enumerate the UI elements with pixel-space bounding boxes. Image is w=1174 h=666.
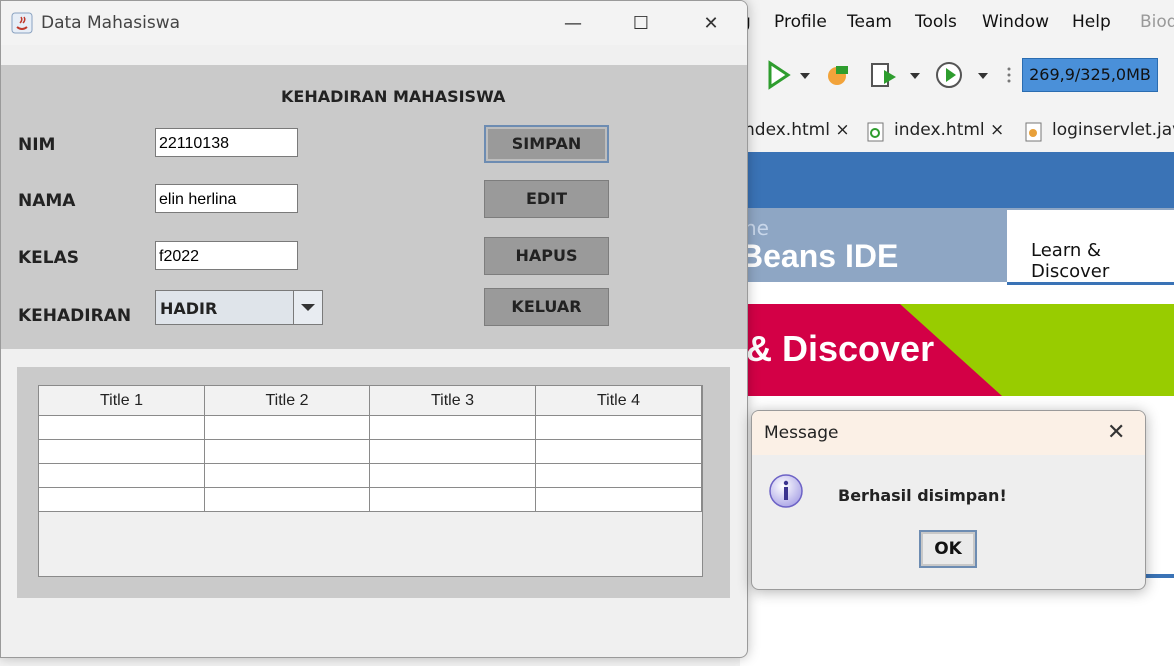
kelas-label: KELAS — [18, 248, 80, 268]
ok-button[interactable]: OK — [919, 530, 977, 568]
table-cell[interactable] — [370, 488, 536, 512]
table-cell[interactable] — [205, 440, 370, 464]
table-cell[interactable] — [536, 464, 702, 488]
edit-button[interactable]: EDIT — [484, 180, 609, 218]
kelas-field[interactable]: f2022 — [155, 241, 298, 270]
table-cell[interactable] — [205, 416, 370, 440]
table-cell[interactable] — [536, 488, 702, 512]
table-cell[interactable] — [39, 488, 205, 512]
table-row[interactable] — [39, 440, 702, 464]
table-cell[interactable] — [370, 464, 536, 488]
data-table[interactable]: Title 1 Title 2 Title 3 Title 4 — [38, 385, 703, 577]
table-row[interactable] — [39, 488, 702, 512]
column-header[interactable]: Title 2 — [205, 386, 370, 416]
profiler-dropdown-icon[interactable] — [976, 60, 990, 90]
run-icon[interactable] — [764, 60, 794, 90]
close-icon[interactable]: × — [835, 120, 849, 140]
reload-icon[interactable] — [822, 60, 852, 90]
tab-learn-discover[interactable]: Learn & Discover — [1007, 210, 1174, 285]
window-title: Data Mahasiswa — [41, 13, 181, 33]
html-file-icon — [867, 122, 884, 142]
nim-field[interactable]: 22110138 — [155, 128, 298, 157]
table-cell[interactable] — [536, 440, 702, 464]
hapus-button[interactable]: HAPUS — [484, 237, 609, 275]
menu-item-help[interactable]: Help — [1072, 12, 1111, 32]
table-cell[interactable] — [536, 416, 702, 440]
profiler-icon[interactable] — [934, 60, 964, 90]
tab-loginservlet-java[interactable]: loginservlet.java — [1052, 120, 1174, 140]
tab-learn-discover-label: Learn & Discover — [1031, 240, 1110, 282]
run-dropdown-icon[interactable] — [798, 60, 812, 90]
kehadiran-select[interactable]: HADIR — [155, 290, 323, 325]
java-app-icon — [11, 12, 33, 34]
minimize-icon[interactable]: — — [557, 11, 589, 37]
kehadiran-label: KEHADIRAN — [18, 306, 132, 326]
table-cell[interactable] — [39, 440, 205, 464]
nama-field[interactable]: elin herlina — [155, 184, 298, 213]
welcome-header-bar — [740, 152, 1174, 208]
brand-title: Beans IDE — [740, 238, 899, 274]
tab-label: ndex.html — [744, 120, 830, 140]
nama-label: NAMA — [18, 191, 76, 211]
chevron-down-icon[interactable] — [293, 291, 322, 324]
data-mahasiswa-window: Data Mahasiswa — ☐ ✕ KEHADIRAN MAHASISWA… — [0, 0, 748, 658]
table-cell[interactable] — [205, 464, 370, 488]
memory-usage-indicator[interactable]: 269,9/325,0MB — [1022, 58, 1158, 92]
menu-item-biod[interactable]: Biod — [1140, 12, 1174, 32]
java-file-icon — [1025, 122, 1042, 142]
table-row[interactable] — [39, 464, 702, 488]
tab-index-html-2[interactable]: index.html × — [894, 120, 1004, 140]
menu-item-team[interactable]: Team — [847, 12, 892, 32]
menu-item-profile[interactable]: Profile — [774, 12, 827, 32]
keluar-button[interactable]: KELUAR — [484, 288, 609, 326]
ide-menubar: g Profile Team Tools Window Help Biod — [740, 0, 1174, 44]
profile-project-icon[interactable] — [868, 60, 898, 90]
editor-tabs: ndex.html × index.html × loginservlet.ja… — [740, 112, 1174, 153]
tab-index-html-1[interactable]: ndex.html × — [744, 120, 850, 140]
table-cell[interactable] — [370, 416, 536, 440]
dialog-message: Berhasil disimpan! — [838, 486, 1007, 505]
maximize-icon[interactable]: ☐ — [625, 11, 657, 37]
table-cell[interactable] — [205, 488, 370, 512]
table-header: Title 1 Title 2 Title 3 Title 4 — [39, 386, 702, 416]
message-dialog: Message ✕ Berhasil disimpan! OK — [751, 410, 1146, 590]
tab-label: index.html — [894, 120, 985, 140]
menu-item-tools[interactable]: Tools — [915, 12, 957, 32]
table-cell[interactable] — [39, 464, 205, 488]
nim-label: NIM — [18, 135, 56, 155]
close-icon[interactable]: ✕ — [1107, 420, 1125, 445]
column-header[interactable]: Title 1 — [39, 386, 205, 416]
table-cell[interactable] — [39, 416, 205, 440]
dialog-titlebar[interactable]: Message ✕ — [752, 411, 1145, 455]
table-row[interactable] — [39, 416, 702, 440]
info-icon — [769, 474, 803, 508]
toolbar-grip-icon — [1007, 67, 1011, 83]
table-cell[interactable] — [370, 440, 536, 464]
window-titlebar[interactable]: Data Mahasiswa — ☐ ✕ — [1, 1, 747, 45]
menu-item-window[interactable]: Window — [982, 12, 1049, 32]
close-icon[interactable]: ✕ — [695, 11, 727, 37]
kehadiran-selected-value: HADIR — [160, 299, 218, 318]
close-icon[interactable]: × — [990, 120, 1004, 140]
profile-dropdown-icon[interactable] — [908, 60, 922, 90]
banner-text: & Discover — [746, 328, 935, 369]
form-heading: KEHADIRAN MAHASISWA — [281, 87, 506, 106]
column-header[interactable]: Title 4 — [536, 386, 702, 416]
simpan-button[interactable]: SIMPAN — [484, 125, 609, 163]
dialog-title: Message — [764, 423, 839, 443]
column-header[interactable]: Title 3 — [370, 386, 536, 416]
